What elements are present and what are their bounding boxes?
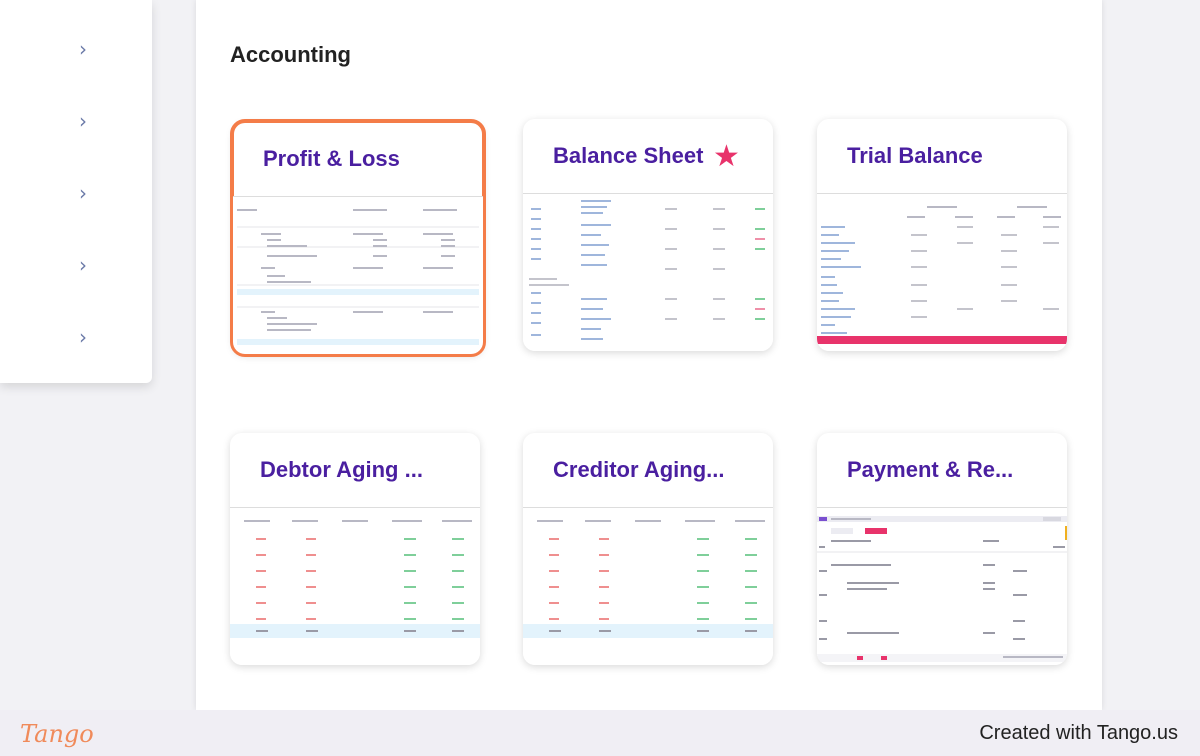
report-preview-image bbox=[230, 507, 480, 665]
footer: Tango Created with Tango.us bbox=[0, 710, 1200, 756]
card-title: Balance Sheet bbox=[553, 143, 704, 168]
tango-logo: Tango bbox=[20, 720, 94, 748]
card-title: Payment & Re... bbox=[847, 457, 1014, 482]
card-title: Trial Balance bbox=[847, 143, 983, 168]
star-icon[interactable]: ★ bbox=[713, 139, 740, 174]
reports-panel: Accounting Profit & Loss Balance Sheet ★… bbox=[196, 0, 1102, 710]
report-preview-image bbox=[817, 193, 1067, 351]
report-preview-image bbox=[523, 507, 773, 665]
credit-text: Created with Tango.us bbox=[979, 722, 1178, 744]
report-card-payment-receipt[interactable]: Payment & Re... bbox=[817, 433, 1067, 665]
chevron-right-icon[interactable]: › bbox=[74, 111, 92, 131]
chevron-right-icon[interactable]: › bbox=[74, 39, 92, 59]
report-card-balance-sheet[interactable]: Balance Sheet ★ bbox=[523, 119, 773, 351]
section-title: Accounting bbox=[230, 42, 351, 67]
card-title: Debtor Aging ... bbox=[260, 457, 423, 482]
card-title: Profit & Loss bbox=[263, 146, 400, 171]
chevron-right-icon[interactable]: › bbox=[74, 255, 92, 275]
sidebar: › › › › › bbox=[0, 0, 152, 383]
chevron-right-icon[interactable]: › bbox=[74, 327, 92, 347]
report-card-trial-balance[interactable]: Trial Balance bbox=[817, 119, 1067, 351]
report-card-creditor-aging[interactable]: Creditor Aging... bbox=[523, 433, 773, 665]
card-title: Creditor Aging... bbox=[553, 457, 725, 482]
chevron-right-icon[interactable]: › bbox=[74, 183, 92, 203]
report-preview-image bbox=[233, 196, 483, 354]
report-card-profit-loss[interactable]: Profit & Loss bbox=[230, 119, 486, 357]
report-preview-image bbox=[523, 193, 773, 351]
report-preview-image bbox=[817, 507, 1067, 665]
report-card-debtor-aging[interactable]: Debtor Aging ... bbox=[230, 433, 480, 665]
